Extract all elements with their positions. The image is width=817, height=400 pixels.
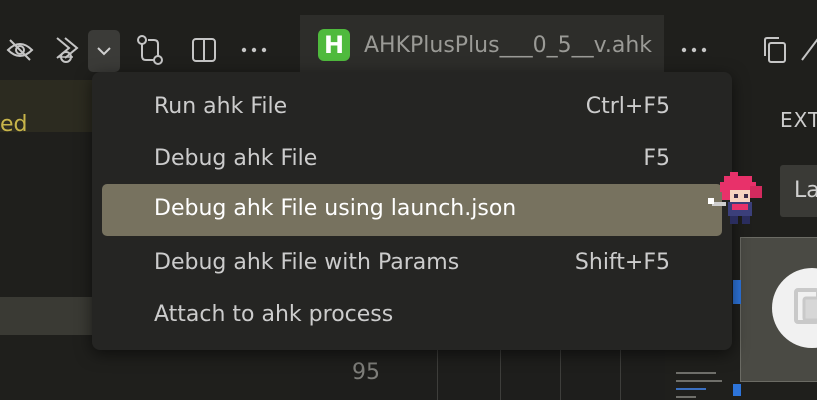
more-actions-icon[interactable] xyxy=(236,30,272,70)
chevron-down-icon xyxy=(97,47,111,56)
menu-item-label: Run ahk File xyxy=(154,94,288,119)
menu-item-label: Debug ahk File using launch.json xyxy=(154,196,517,221)
indent-guide xyxy=(437,350,438,400)
arrow-icon[interactable] xyxy=(800,32,817,72)
menu-item-debug-launch-json[interactable]: Debug ahk File using launch.json xyxy=(102,184,722,236)
run-debug-icon[interactable] xyxy=(52,30,88,70)
minimap[interactable] xyxy=(672,370,732,400)
minimap-marker xyxy=(733,384,741,396)
code-fragment: ed xyxy=(0,112,28,137)
extensions-header: EXT xyxy=(780,108,817,132)
indent-guide xyxy=(560,350,561,400)
git-compare-icon[interactable] xyxy=(132,30,168,70)
line-number: 95 xyxy=(352,360,380,385)
menu-item-attach-process[interactable]: Attach to ahk process xyxy=(102,290,722,342)
menu-item-label: Attach to ahk process xyxy=(154,302,394,327)
split-editor-icon[interactable] xyxy=(186,30,222,70)
menu-item-label: Debug ahk File xyxy=(154,146,318,171)
menu-item-shortcut: Ctrl+F5 xyxy=(585,94,670,119)
editor-tab[interactable]: H AHKPlusPlus___0_5__v.ahk xyxy=(300,15,664,75)
eye-off-icon[interactable] xyxy=(2,30,38,70)
indent-guide xyxy=(500,350,501,400)
minimap-marker xyxy=(733,280,741,304)
menu-item-shortcut: F5 xyxy=(643,146,670,171)
run-dropdown-button[interactable] xyxy=(88,30,120,72)
menu-item-run-ahk-file[interactable]: Run ahk File Ctrl+F5 xyxy=(102,82,722,134)
language-select[interactable]: La xyxy=(780,165,817,217)
mascot-sprite xyxy=(706,168,772,234)
tab-filename: AHKPlusPlus___0_5__v.ahk xyxy=(364,32,653,58)
tab-more-icon[interactable] xyxy=(678,30,710,70)
run-debug-menu: Run ahk File Ctrl+F5 Debug ahk File F5 D… xyxy=(92,72,732,350)
autohotkey-file-icon: H xyxy=(318,29,350,61)
copy-icon[interactable] xyxy=(758,30,790,70)
menu-item-debug-with-params[interactable]: Debug ahk File with Params Shift+F5 xyxy=(102,238,722,290)
preview-avatar xyxy=(772,268,817,348)
menu-item-label: Debug ahk File with Params xyxy=(154,250,460,275)
indent-guide xyxy=(620,350,621,400)
menu-item-debug-ahk-file[interactable]: Debug ahk File F5 xyxy=(102,134,722,186)
menu-item-shortcut: Shift+F5 xyxy=(574,250,670,275)
